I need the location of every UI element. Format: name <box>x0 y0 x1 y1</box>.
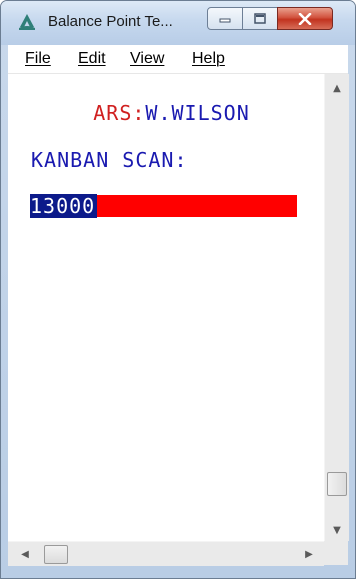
scroll-down-arrow-icon: ▼ <box>333 524 341 536</box>
menu-help[interactable]: Help <box>192 50 225 68</box>
scan-input-value[interactable]: 13000 <box>30 194 98 218</box>
scroll-up-arrow-icon: ▲ <box>333 82 341 94</box>
scroll-up-button[interactable]: ▲ <box>325 78 349 98</box>
close-button[interactable] <box>277 7 333 30</box>
scroll-right-arrow-icon: ▶ <box>305 548 313 560</box>
menu-view[interactable]: View <box>130 50 164 68</box>
scrollbar-corner <box>324 541 348 565</box>
user-prefix: ARS: <box>93 101 146 125</box>
minimize-icon <box>219 18 231 22</box>
horizontal-scroll-thumb[interactable] <box>44 545 68 564</box>
menu-edit[interactable]: Edit <box>78 50 106 68</box>
menu-bar: File Edit View Help <box>8 45 348 74</box>
scroll-left-button[interactable]: ◀ <box>14 542 36 566</box>
balance-point-app-icon <box>19 14 35 30</box>
maximize-button[interactable] <box>242 7 278 30</box>
window-title: Balance Point Te... <box>48 13 173 30</box>
vertical-scroll-thumb[interactable] <box>327 472 347 496</box>
app-window: Balance Point Te... File Edit View Help … <box>0 0 356 579</box>
terminal-screen[interactable]: ARS:W.WILSON KANBAN SCAN: 13000 <box>8 74 324 541</box>
title-bar[interactable]: Balance Point Te... <box>1 1 355 45</box>
vertical-scrollbar[interactable]: ▲ ▼ <box>324 74 349 541</box>
scroll-down-button[interactable]: ▼ <box>325 520 349 540</box>
horizontal-scrollbar[interactable]: ◀ ▶ <box>8 541 324 566</box>
minimize-button[interactable] <box>207 7 243 30</box>
scan-label: KANBAN SCAN: <box>31 148 188 172</box>
maximize-icon <box>254 13 266 24</box>
user-name: W.WILSON <box>145 101 250 125</box>
scroll-right-button[interactable]: ▶ <box>298 542 320 566</box>
menu-file[interactable]: File <box>25 50 51 68</box>
close-icon <box>298 12 312 25</box>
user-line: ARS:W.WILSON <box>15 77 250 149</box>
scroll-left-arrow-icon: ◀ <box>21 548 29 560</box>
